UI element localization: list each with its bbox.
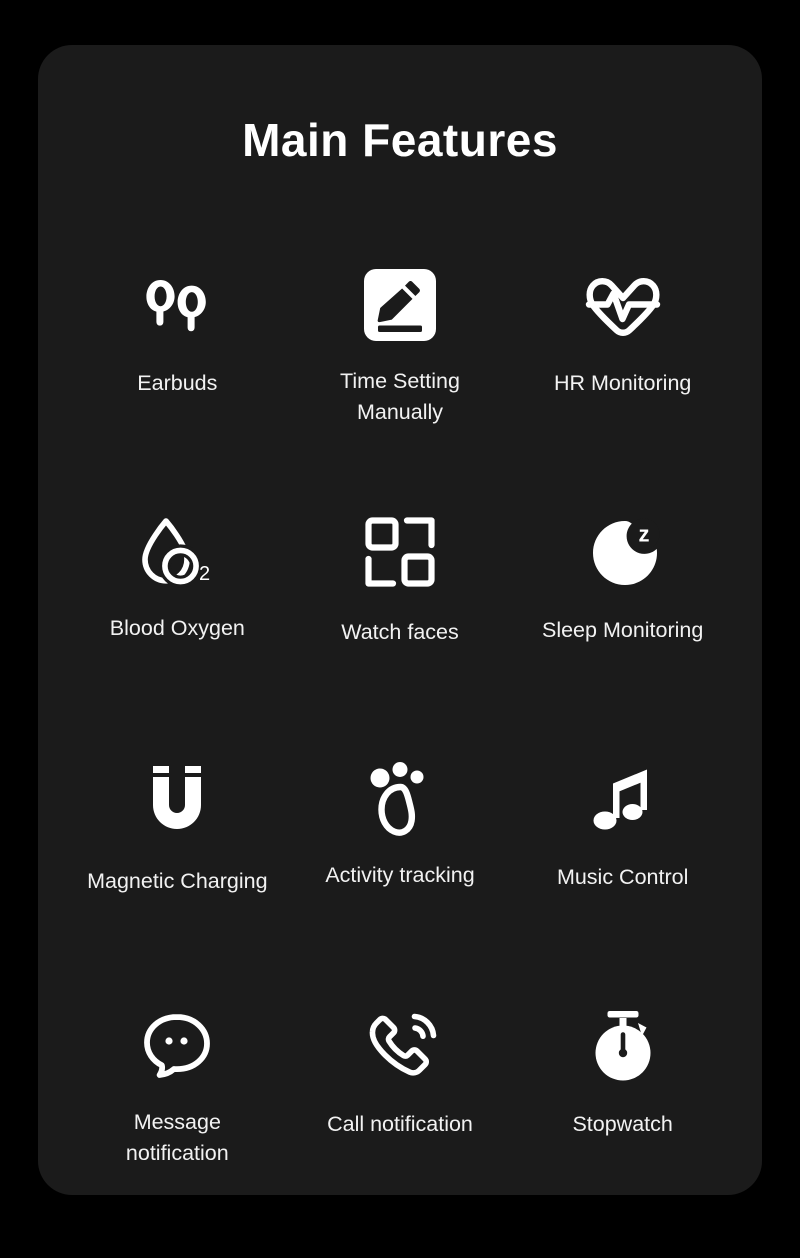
feature-label: Activity tracking: [325, 863, 475, 887]
feature-label: Magnetic Charging: [87, 869, 268, 893]
page-title: Main Features: [242, 114, 558, 166]
feature-item-activity-tracking[interactable]: Activity tracking: [289, 734, 512, 981]
feature-item-earbuds[interactable]: Earbuds: [66, 240, 289, 487]
music-note-icon: [588, 756, 658, 842]
footprint-icon: [364, 756, 436, 842]
horseshoe-magnet-icon: [144, 756, 210, 842]
feature-label: Earbuds: [137, 371, 218, 395]
feature-label: Call notification: [327, 1112, 473, 1136]
feature-label: Time Setting Manually: [340, 369, 460, 424]
feature-label: HR Monitoring: [553, 371, 692, 395]
feature-item-time-setting-manually[interactable]: Time Setting Manually: [289, 240, 512, 487]
water-drop-o2-icon: 2: [136, 509, 218, 595]
watch-faces-squares-icon: [362, 509, 438, 595]
feature-item-message-notification[interactable]: Message notification: [66, 981, 289, 1228]
phone-handset-icon: [361, 1003, 439, 1089]
svg-text:2: 2: [199, 563, 210, 585]
moon-z-icon: z: [583, 509, 663, 595]
heart-pulse-icon: [582, 262, 664, 348]
pencil-edit-square-icon: [362, 262, 438, 348]
feature-item-hr-monitoring[interactable]: HR Monitoring: [511, 240, 734, 487]
earbuds-icon: [134, 262, 220, 348]
stopwatch-icon: [586, 1003, 660, 1089]
feature-label: Music Control: [556, 865, 689, 889]
features-grid: Earbuds Time Setting Manually HR Monitor…: [66, 240, 734, 1228]
feature-item-sleep-monitoring[interactable]: z Sleep Monitoring: [511, 487, 734, 734]
feature-item-watch-faces[interactable]: Watch faces: [289, 487, 512, 734]
feature-label: Watch faces: [341, 620, 459, 644]
feature-item-music-control[interactable]: Music Control: [511, 734, 734, 981]
feature-label: Blood Oxygen: [109, 616, 245, 640]
feature-item-magnetic-charging[interactable]: Magnetic Charging: [66, 734, 289, 981]
feature-item-blood-oxygen[interactable]: 2 Blood Oxygen: [66, 487, 289, 734]
feature-item-call-notification[interactable]: Call notification: [289, 981, 512, 1228]
main-features-card: Main Features Earbuds Time Setting Manua…: [38, 45, 762, 1195]
feature-label: Message notification: [125, 1110, 229, 1165]
feature-item-stopwatch[interactable]: Stopwatch: [511, 981, 734, 1228]
page-root: Main Features Earbuds Time Setting Manua…: [0, 0, 800, 1258]
feature-label: Sleep Monitoring: [541, 618, 704, 642]
speech-bubble-icon: [139, 1003, 215, 1089]
feature-label: Stopwatch: [572, 1112, 673, 1136]
svg-text:z: z: [638, 522, 649, 547]
